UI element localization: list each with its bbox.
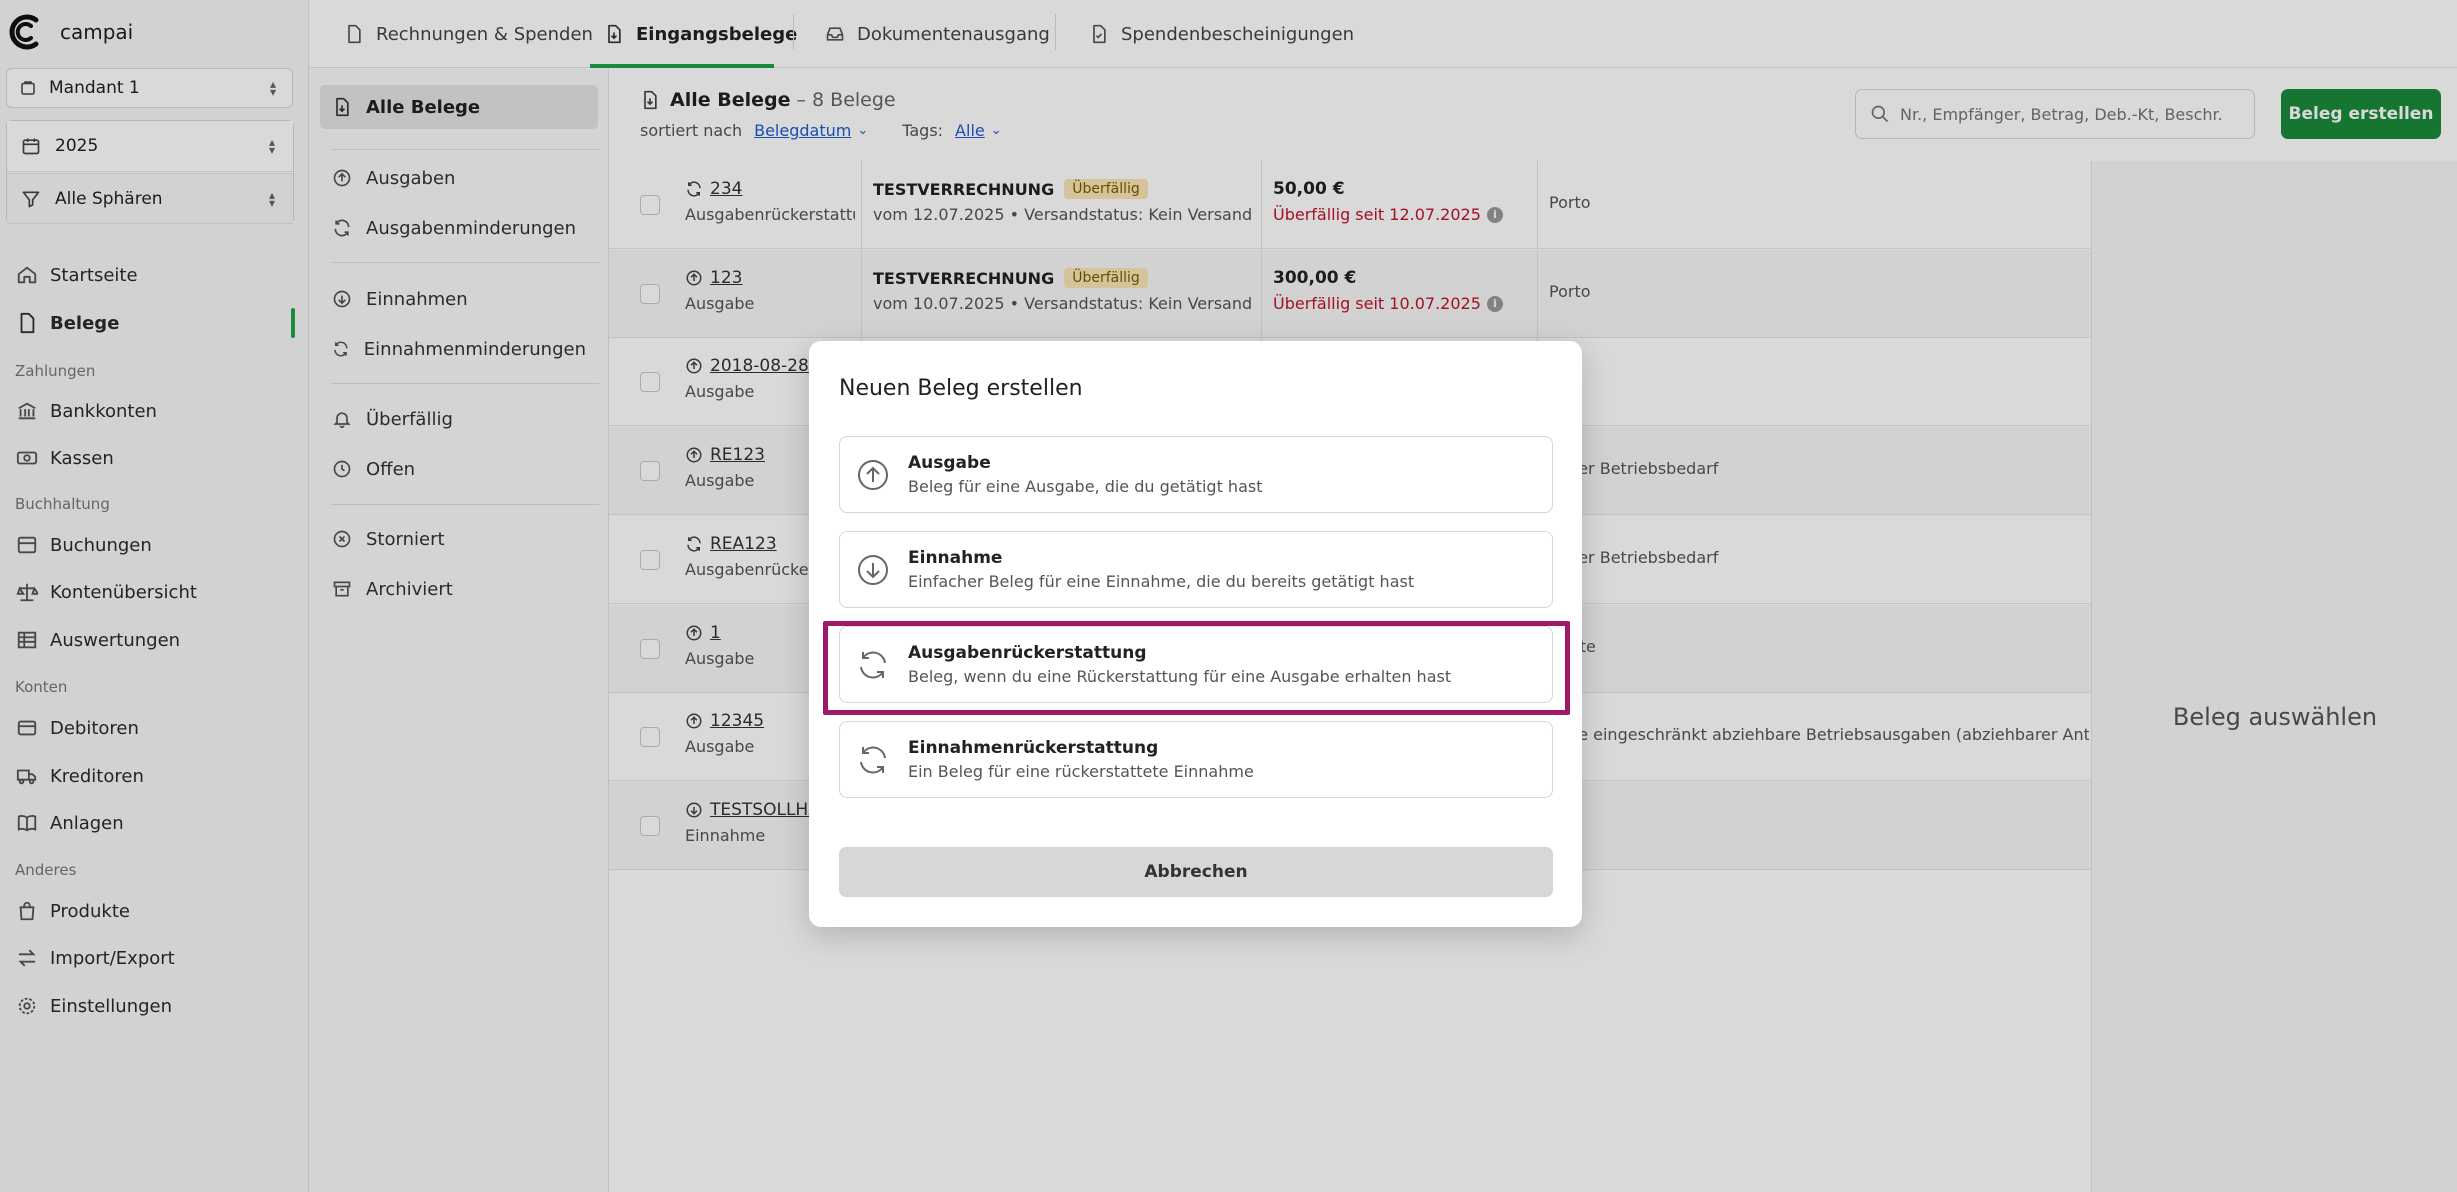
option-description: Beleg für eine Ausgabe, die du getätigt …	[908, 477, 1263, 496]
arrow-up-circle-icon	[858, 459, 888, 490]
option-text: Ausgabe Beleg für eine Ausgabe, die du g…	[908, 453, 1262, 496]
option-title: Ausgabe	[908, 453, 991, 473]
option-description: Beleg, wenn du eine Rückerstattung für e…	[908, 667, 1452, 686]
option-description: Einfacher Beleg für eine Einnahme, die d…	[908, 572, 1415, 591]
option-description: Ein Beleg für eine rückerstattete Einnah…	[908, 762, 1254, 781]
option-text: Ausgabenrückerstattung Beleg, wenn du ei…	[908, 643, 1451, 686]
new-beleg-modal: Neuen Beleg erstellen Ausgabe Beleg für …	[809, 341, 1582, 927]
option-text: Einnahmenrückerstattung Ein Beleg für ei…	[908, 738, 1254, 781]
refresh-icon	[860, 651, 886, 678]
option-ausgabenrueckerstattung[interactable]: Ausgabenrückerstattung Beleg, wenn du ei…	[839, 626, 1553, 703]
option-einnahme[interactable]: Einnahme Einfacher Beleg für eine Einnah…	[839, 531, 1553, 608]
option-title: Einnahmenrückerstattung	[908, 738, 1159, 758]
option-title: Ausgabenrückerstattung	[908, 643, 1147, 663]
option-einnahmenrueckerstattung[interactable]: Einnahmenrückerstattung Ein Beleg für ei…	[839, 721, 1553, 798]
refresh-icon	[860, 746, 886, 773]
modal-title: Neuen Beleg erstellen	[839, 376, 1083, 401]
option-title: Einnahme	[908, 548, 1003, 568]
option-ausgabe[interactable]: Ausgabe Beleg für eine Ausgabe, die du g…	[839, 436, 1553, 513]
cancel-button[interactable]: Abbrechen	[839, 847, 1553, 897]
option-text: Einnahme Einfacher Beleg für eine Einnah…	[908, 548, 1414, 591]
arrow-down-circle-icon	[858, 554, 888, 585]
